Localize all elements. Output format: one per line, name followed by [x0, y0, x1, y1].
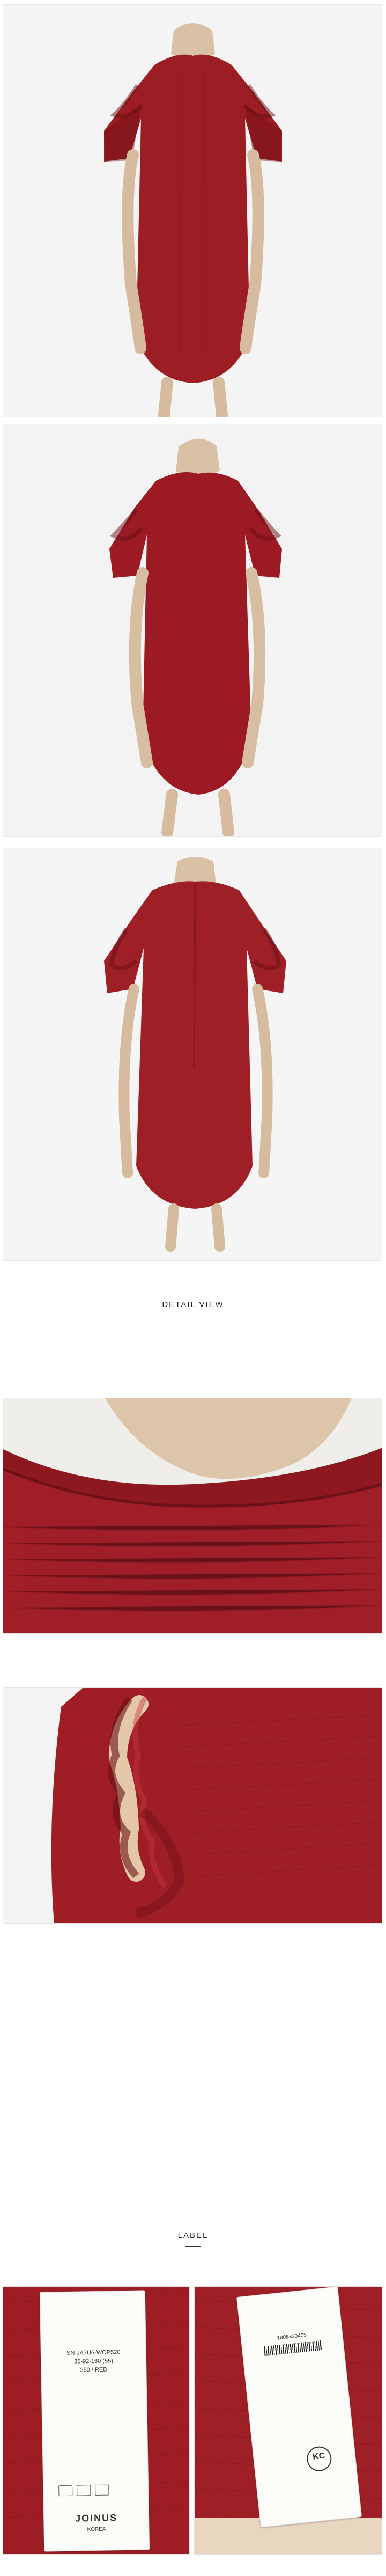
dry-icon — [77, 2485, 91, 2496]
photo-frame — [3, 4, 382, 417]
dress-photo-angle — [3, 424, 382, 836]
care-icons — [58, 2484, 109, 2497]
sleeve-detail-image — [3, 1688, 382, 1923]
label-style-code: SN-JA7U6-WOP520 — [66, 2349, 121, 2357]
label-heading: LABEL — [177, 2231, 209, 2240]
product-image-front — [0, 0, 386, 424]
product-image-back: DETAIL VIEW — [0, 848, 386, 1316]
label-rule — [185, 2246, 201, 2247]
neckline-detail-photo — [3, 1398, 382, 1634]
label-photo-right: 1808320405 KC — [194, 2286, 382, 2555]
sleeve-detail-photo — [3, 1687, 382, 1924]
dress-photo-front — [3, 5, 382, 417]
label-size: 85-92-160 (55) — [74, 2358, 114, 2365]
brand-name: JOINUS — [75, 2512, 118, 2524]
product-image-front-detail — [0, 424, 386, 848]
label-color: 250 / RED — [80, 2366, 108, 2374]
barcode-graphic — [263, 2340, 323, 2357]
barcode-number: 1808320405 — [277, 2332, 307, 2342]
photo-frame — [3, 424, 382, 837]
detail-view-heading: DETAIL VIEW — [162, 1300, 224, 1309]
wash-icon — [58, 2485, 73, 2497]
neckline-detail-image — [3, 1398, 382, 1633]
care-label: SN-JA7U6-WOP520 85-92-160 (55) 250 / RED… — [39, 2290, 150, 2552]
iron-icon — [95, 2484, 109, 2496]
origin-text: KOREA — [87, 2526, 106, 2533]
label-photo-left: SN-JA7U6-WOP520 85-92-160 (55) 250 / RED… — [3, 2286, 190, 2555]
photo-frame — [3, 848, 382, 1261]
dress-photo-back — [3, 848, 382, 1260]
